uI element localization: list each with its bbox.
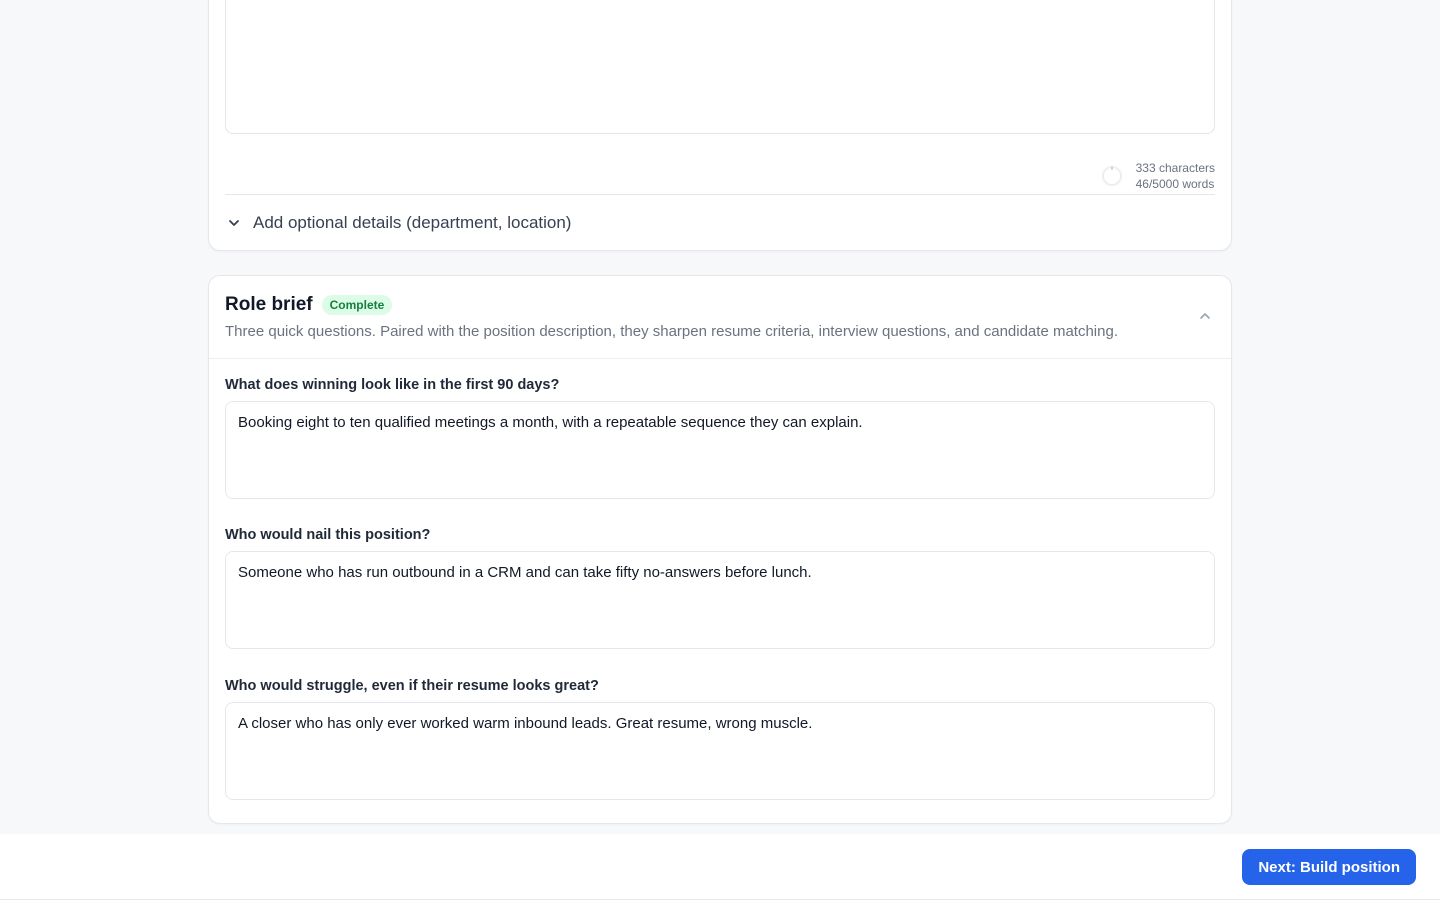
character-count: 333 characters — [1135, 161, 1215, 175]
position-description-textarea[interactable] — [225, 0, 1215, 134]
answer-field-struggle[interactable]: A closer who has only ever worked warm i… — [225, 702, 1215, 800]
optional-details-label: Add optional details (department, locati… — [253, 213, 572, 232]
question-label-winning: What does winning look like in the first… — [225, 377, 560, 393]
role-brief-title: Role brief — [225, 294, 313, 315]
description-counter: 333 characters 46/5000 words — [225, 157, 1215, 195]
role-brief-header[interactable]: Role brief Complete Three quick question… — [209, 276, 1231, 359]
question-label-nail: Who would nail this position? — [225, 527, 431, 543]
chevron-down-icon — [225, 214, 243, 232]
status-badge: Complete — [321, 295, 393, 315]
question-label-struggle: Who would struggle, even if their resume… — [225, 678, 599, 694]
answer-field-winning[interactable]: Booking eight to ten qualified meetings … — [225, 401, 1215, 499]
optional-details-toggle[interactable]: Add optional details (department, locati… — [225, 205, 571, 241]
progress-ring-icon — [1101, 166, 1122, 186]
divider — [225, 194, 1215, 195]
page: 333 characters 46/5000 words Add optiona… — [0, 0, 1440, 900]
answer-field-nail[interactable]: Someone who has run outbound in a CRM an… — [225, 551, 1215, 649]
position-description-card: 333 characters 46/5000 words Add optiona… — [208, 0, 1232, 251]
collapse-button[interactable] — [1193, 306, 1217, 330]
next-build-position-button[interactable]: Next: Build position — [1242, 849, 1416, 885]
word-count: 46/5000 words — [1135, 177, 1215, 191]
footer-bar: Next: Build position — [0, 834, 1440, 900]
counter-text: 333 characters 46/5000 words — [1136, 160, 1215, 192]
chevron-up-icon — [1198, 309, 1212, 328]
role-brief-card: Role brief Complete Three quick question… — [208, 275, 1232, 824]
role-brief-subtitle: Three quick questions. Paired with the p… — [225, 323, 1118, 340]
